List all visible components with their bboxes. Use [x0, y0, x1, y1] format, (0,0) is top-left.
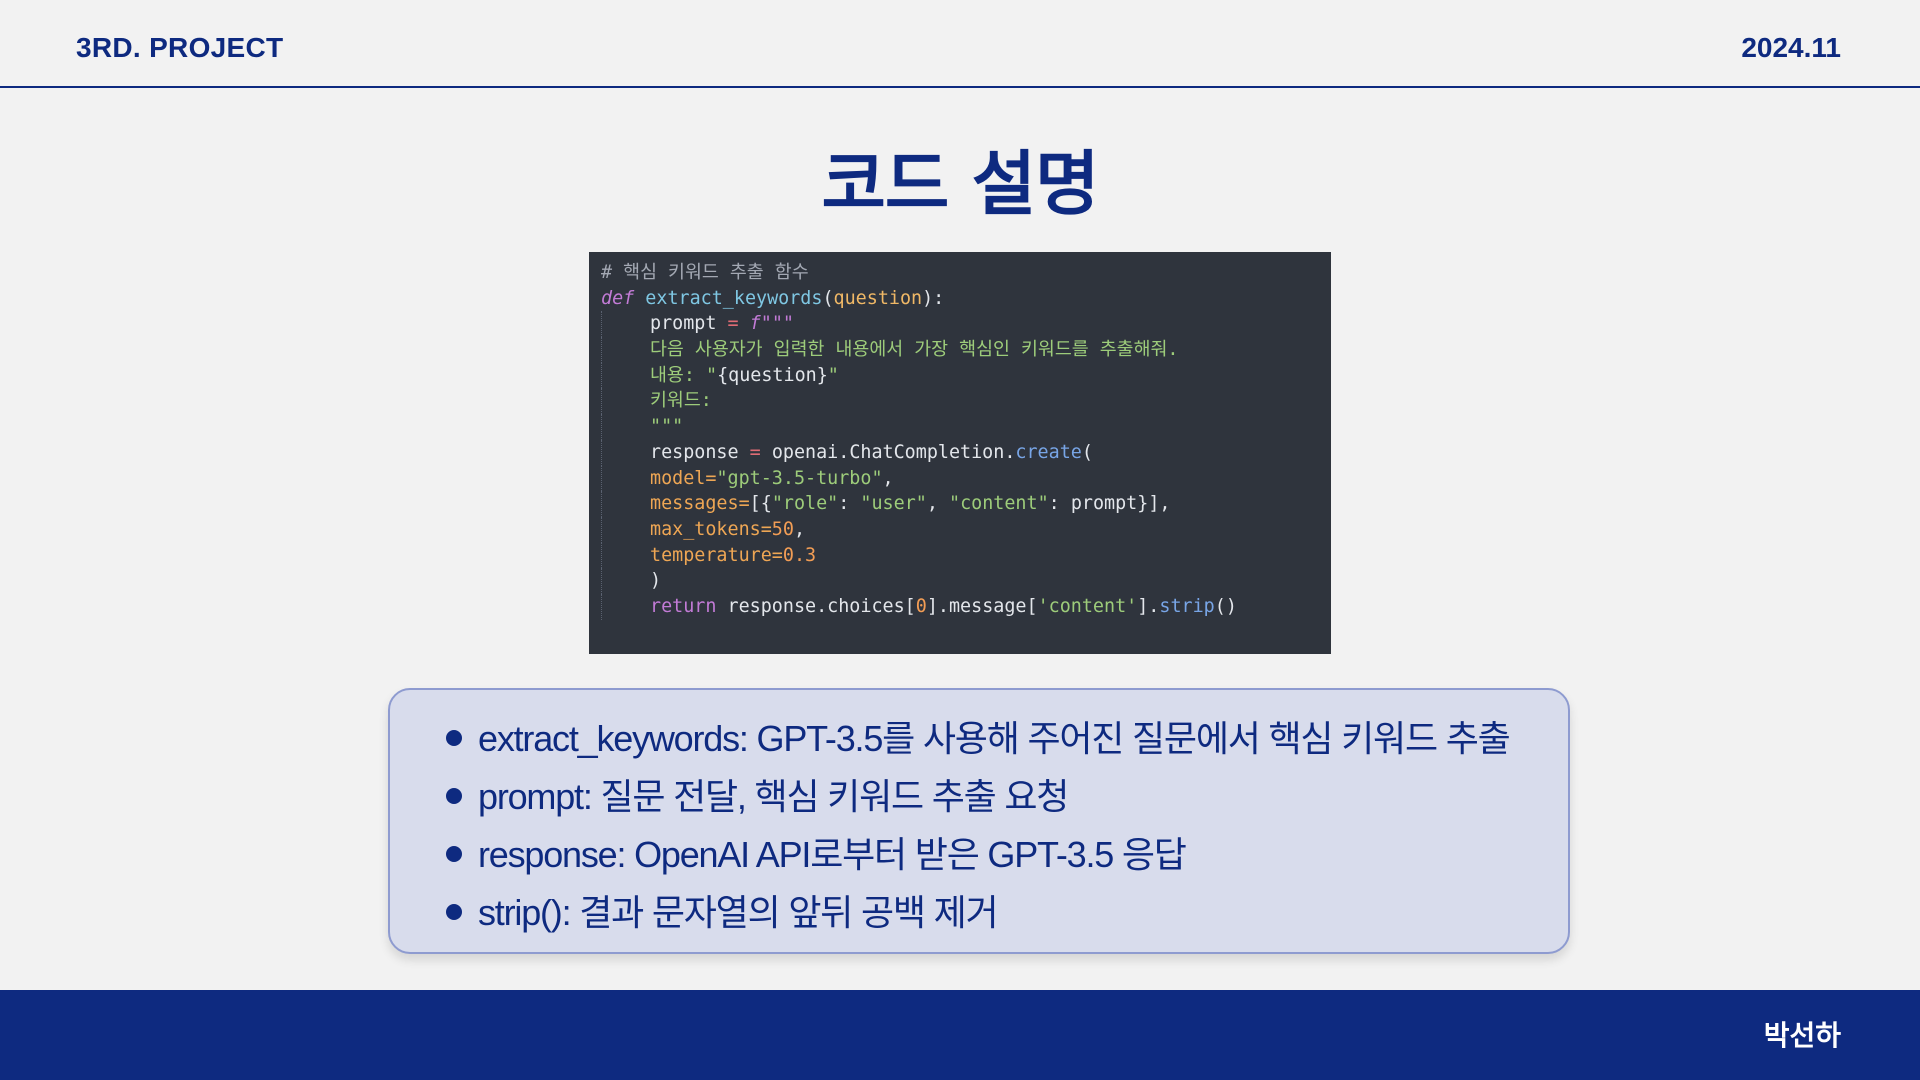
project-label: 3RD. PROJECT — [76, 32, 284, 63]
code-snippet: # 핵심 키워드 추출 함수 def extract_keywords(ques… — [589, 252, 1331, 654]
code-temperature-value: 0.3 — [782, 544, 817, 566]
code-model-value: "gpt-3.5-turbo" — [716, 467, 883, 489]
code-strip-method: strip — [1159, 595, 1215, 617]
code-fstring-close: """ — [650, 416, 684, 438]
code-prompt-text2b: {question} — [717, 364, 828, 386]
bullet-text: prompt: 질문 전달, 핵심 키워드 추출 요청 — [478, 776, 1069, 817]
code-close-paren: ) — [650, 570, 662, 592]
list-item: strip(): 결과 문자열의 앞뒤 공백 제거 — [446, 886, 1568, 944]
author-name: 박선하 — [1763, 1019, 1841, 1052]
code-fstring-open: f""" — [749, 313, 794, 335]
code-line-messages: messages=[{"role": "user", "content": pr… — [601, 491, 1319, 517]
code-comment: # 핵심 키워드 추출 함수 — [601, 262, 809, 283]
date-label: 2024.11 — [1741, 32, 1841, 63]
code-line-max-tokens: max_tokens=50, — [601, 516, 1319, 543]
explanation-box: extract_keywords: GPT-3.5를 사용해 주어진 질문에서 … — [388, 688, 1570, 954]
code-model-arg: model= — [650, 467, 717, 489]
code-line-def: def extract_keywords(question): — [601, 287, 945, 309]
code-response-var: response — [650, 441, 739, 463]
code-return-keyword: return — [650, 595, 717, 617]
code-line-return: return response.choices[0].message['cont… — [601, 593, 1319, 620]
code-max-tokens-value: 50 — [771, 518, 794, 540]
code-line-close-paren: ) — [601, 568, 1319, 594]
header-divider — [0, 86, 1920, 88]
code-line-prompt-close: """ — [601, 414, 1319, 440]
footer-bar: 박선하 — [0, 990, 1920, 1080]
bullet-icon — [446, 788, 462, 804]
code-role-key: "role" — [771, 493, 839, 515]
code-line-comment: # 핵심 키워드 추출 함수 — [601, 260, 1319, 286]
code-content-key-return: 'content' — [1037, 595, 1138, 617]
bullet-text: response: OpenAI API로부터 받은 GPT-3.5 응답 — [478, 834, 1187, 875]
code-function-name: extract_keywords — [645, 287, 823, 309]
code-line-prompt: prompt = f""" — [601, 311, 1319, 338]
slide-title: 코드 설명 — [821, 143, 1100, 225]
code-max-tokens-arg: max_tokens= — [650, 518, 772, 540]
code-line-prompt-text3: 키워드: — [601, 388, 1319, 415]
bullet-icon — [446, 904, 462, 920]
code-content-key: "content" — [949, 493, 1049, 515]
bullet-icon — [446, 846, 462, 862]
code-prompt-text3: 키워드: — [650, 390, 712, 412]
code-prompt-text2a: 내용: " — [650, 364, 718, 386]
code-prompt-var: prompt — [650, 313, 717, 335]
bullet-icon — [446, 730, 462, 746]
code-create-method: create — [1015, 441, 1082, 463]
code-line-response: response = openai.ChatCompletion.create( — [601, 439, 1319, 466]
code-temperature-arg: temperature= — [650, 544, 783, 566]
code-index: 0 — [915, 595, 927, 617]
code-role-value: "user" — [860, 493, 927, 515]
code-def-keyword: def — [601, 287, 635, 309]
code-line-prompt-text1: 다음 사용자가 입력한 내용에서 가장 핵심인 키워드를 추출해줘. — [601, 337, 1319, 363]
code-openai-call: openai.ChatCompletion — [771, 441, 1005, 463]
code-line-model: model="gpt-3.5-turbo", — [601, 465, 1319, 492]
list-item: extract_keywords: GPT-3.5를 사용해 주어진 질문에서 … — [446, 712, 1568, 770]
code-line-prompt-text2: 내용: "{question}" — [601, 362, 1319, 389]
code-prompt-text2c: " — [827, 364, 839, 386]
code-line-temperature: temperature=0.3 — [601, 542, 1319, 569]
list-item: prompt: 질문 전달, 핵심 키워드 추출 요청 — [446, 770, 1568, 828]
code-param: question — [833, 287, 923, 309]
bullet-text: extract_keywords: GPT-3.5를 사용해 주어진 질문에서 … — [478, 718, 1511, 759]
bullet-text: strip(): 결과 문자열의 앞뒤 공백 제거 — [478, 892, 999, 933]
list-item: response: OpenAI API로부터 받은 GPT-3.5 응답 — [446, 828, 1568, 886]
code-messages-arg: messages= — [650, 493, 750, 515]
code-messages-close: prompt}], — [1070, 493, 1171, 515]
code-prompt-text1: 다음 사용자가 입력한 내용에서 가장 핵심인 키워드를 추출해줘. — [650, 339, 1179, 361]
